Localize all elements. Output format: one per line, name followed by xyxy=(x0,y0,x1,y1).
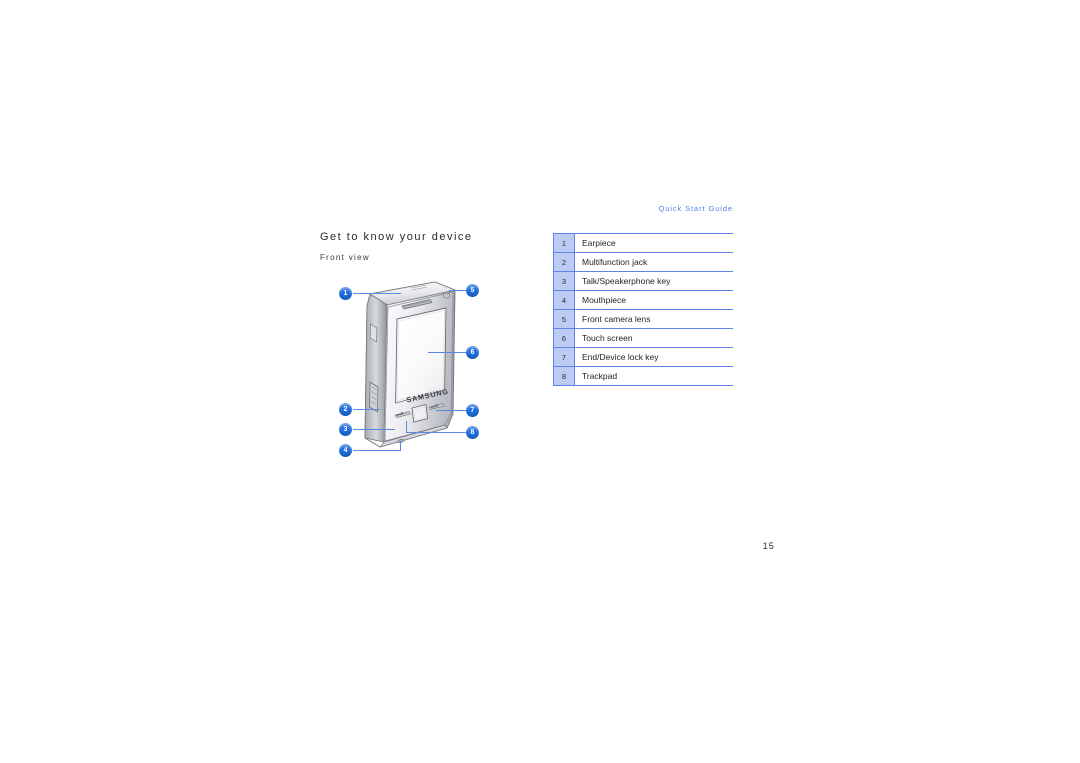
callout-3-talk-speakerphone-key[interactable]: 3 xyxy=(339,423,352,436)
table-row: 5 Front camera lens xyxy=(553,309,733,328)
legend-label: Mouthpiece xyxy=(575,295,626,305)
legend-number: 6 xyxy=(553,329,575,347)
callout-4-mouthpiece[interactable]: 4 xyxy=(339,444,352,457)
legend-number: 8 xyxy=(553,367,575,385)
legend-label: Front camera lens xyxy=(575,314,651,324)
callout-2-multifunction-jack[interactable]: 2 xyxy=(339,403,352,416)
table-row: 4 Mouthpiece xyxy=(553,290,733,309)
legend-label: Touch screen xyxy=(575,333,633,343)
legend-label: Trackpad xyxy=(575,371,617,381)
table-row: 3 Talk/Speakerphone key xyxy=(553,271,733,290)
legend-number: 3 xyxy=(553,272,575,290)
legend-number: 5 xyxy=(553,310,575,328)
running-head: Quick Start Guide xyxy=(553,204,733,213)
legend-label: Multifunction jack xyxy=(575,257,647,267)
table-row: 1 Earpiece xyxy=(553,233,733,252)
callout-7-end-device-lock-key[interactable]: 7 xyxy=(466,404,479,417)
page-title: Get to know your device xyxy=(320,231,473,243)
table-row: 2 Multifunction jack xyxy=(553,252,733,271)
leader-line-1 xyxy=(353,293,401,294)
legend-number: 1 xyxy=(553,234,575,252)
callout-8-trackpad[interactable]: 8 xyxy=(466,426,479,439)
leader-line-7 xyxy=(436,410,469,411)
leader-line-6 xyxy=(428,352,469,353)
leader-line-4 xyxy=(353,450,401,451)
callout-1-earpiece[interactable]: 1 xyxy=(339,287,352,300)
section-subtitle: Front view xyxy=(320,253,370,262)
leader-line-3 xyxy=(353,429,395,430)
device-body: SAMSUNG xyxy=(365,282,455,447)
table-row: 6 Touch screen xyxy=(553,328,733,347)
leader-line-8 xyxy=(406,432,469,433)
table-row: 7 End/Device lock key xyxy=(553,347,733,366)
legend-number: 2 xyxy=(553,253,575,271)
legend-number: 7 xyxy=(553,348,575,366)
callout-5-front-camera-lens[interactable]: 5 xyxy=(466,284,479,297)
callout-6-touch-screen[interactable]: 6 xyxy=(466,346,479,359)
legend-label: End/Device lock key xyxy=(575,352,659,362)
leader-line-2 xyxy=(353,409,380,410)
document-page: Quick Start Guide Get to know your devic… xyxy=(0,0,1080,763)
leader-line-4-vertical xyxy=(400,441,401,451)
legend-label: Talk/Speakerphone key xyxy=(575,276,670,286)
legend-number: 4 xyxy=(553,291,575,309)
legend-label: Earpiece xyxy=(575,238,616,248)
table-row: 8 Trackpad xyxy=(553,366,733,386)
legend-table: 1 Earpiece 2 Multifunction jack 3 Talk/S… xyxy=(553,233,733,386)
page-number: 15 xyxy=(700,541,775,551)
